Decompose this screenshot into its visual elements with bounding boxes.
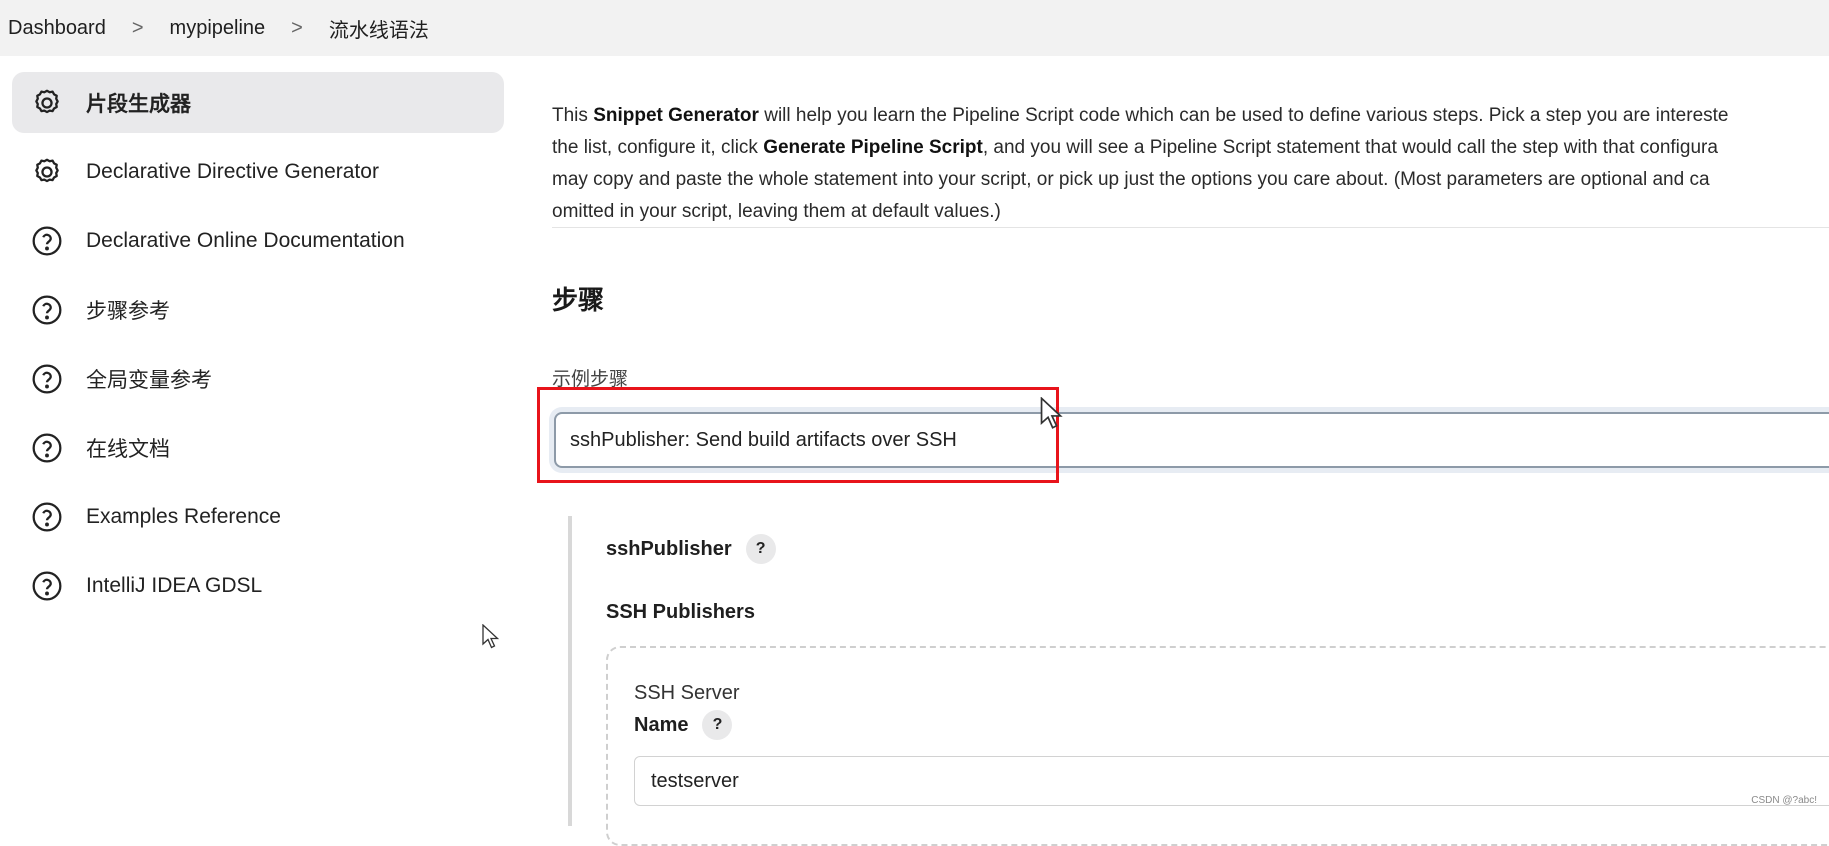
sidebar-item-label: Examples Reference bbox=[86, 504, 281, 528]
sidebar-item-examples-reference[interactable]: Examples Reference bbox=[12, 486, 504, 547]
sidebar-item-label: 全局变量参考 bbox=[86, 368, 212, 392]
section-title-steps: 步骤 bbox=[552, 285, 605, 315]
help-button[interactable]: ? bbox=[745, 534, 776, 564]
help-button[interactable]: ? bbox=[702, 710, 733, 740]
sidebar-item-label: 步骤参考 bbox=[86, 299, 170, 323]
sidebar-item-declarative-online-documentation[interactable]: Declarative Online Documentation bbox=[12, 210, 504, 271]
sample-step-selected-value: sshPublisher: Send build artifacts over … bbox=[570, 428, 957, 451]
breadcrumb-dashboard[interactable]: Dashboard bbox=[8, 17, 106, 40]
sidebar-item-global-variable-reference[interactable]: 全局变量参考 bbox=[12, 348, 504, 409]
help-circle-icon bbox=[30, 362, 64, 396]
help-circle-icon bbox=[30, 431, 64, 465]
step-config-block: sshPublisher ? SSH Publishers SSH Server… bbox=[568, 516, 1829, 846]
mouse-cursor-icon bbox=[1040, 397, 1063, 429]
description-line: the list, configure it, click Generate P… bbox=[552, 137, 1718, 158]
gear-icon bbox=[30, 86, 64, 120]
breadcrumb-mypipeline[interactable]: mypipeline bbox=[170, 17, 266, 40]
divider bbox=[552, 227, 1829, 228]
snippet-generator-description: This Snippet Generator will help you lea… bbox=[552, 100, 1829, 228]
mouse-cursor-icon bbox=[482, 624, 500, 649]
sidebar-item-snippet-generator[interactable]: 片段生成器 bbox=[12, 72, 504, 133]
help-circle-icon bbox=[30, 224, 64, 258]
description-line: may copy and paste the whole statement i… bbox=[552, 169, 1710, 190]
breadcrumb-separator: > bbox=[131, 16, 144, 39]
sidebar-item-declarative-directive-generator[interactable]: Declarative Directive Generator bbox=[12, 141, 504, 202]
ssh-server-label: SSH Server bbox=[634, 682, 740, 704]
gear-icon bbox=[30, 155, 64, 189]
server-name-value: testserver bbox=[651, 769, 739, 792]
sample-step-label: 示例步骤 bbox=[552, 369, 629, 390]
description-line: omitted in your script, leaving them at … bbox=[552, 201, 1001, 222]
ssh-server-section: SSH Server Name ? testserver bbox=[606, 646, 1829, 846]
sidebar-item-label: IntelliJ IDEA GDSL bbox=[86, 573, 263, 597]
top-bar: Dashboard > mypipeline > 流水线语法 bbox=[0, 0, 1829, 56]
sidebar-item-intellij-idea-gdsl[interactable]: IntelliJ IDEA GDSL bbox=[12, 555, 504, 616]
server-name-input[interactable]: testserver bbox=[634, 756, 1829, 806]
watermark: CSDN @?abc! bbox=[1751, 795, 1817, 806]
breadcrumb-separator: > bbox=[291, 16, 303, 39]
sidebar-item-label: Declarative Online Documentation bbox=[86, 228, 405, 252]
help-circle-icon bbox=[30, 569, 64, 603]
sidebar: 片段生成器 Declarative Directive Generator De… bbox=[12, 72, 504, 624]
sample-step-select[interactable]: sshPublisher: Send build artifacts over … bbox=[554, 412, 1829, 468]
description-line: This Snippet Generator will help you lea… bbox=[552, 105, 1729, 126]
sidebar-item-label: Declarative Directive Generator bbox=[86, 159, 379, 183]
step-name: sshPublisher ? bbox=[606, 534, 776, 564]
breadcrumb: Dashboard > mypipeline > 流水线语法 bbox=[8, 14, 429, 43]
sidebar-item-online-docs[interactable]: 在线文档 bbox=[12, 417, 504, 478]
name-field-label: Name ? bbox=[634, 710, 733, 740]
sidebar-item-label: 在线文档 bbox=[86, 437, 170, 461]
ssh-publishers-title: SSH Publishers bbox=[606, 601, 755, 623]
sidebar-item-label: 片段生成器 bbox=[86, 92, 191, 116]
breadcrumb-pipeline-syntax[interactable]: 流水线语法 bbox=[329, 14, 429, 43]
sidebar-item-step-reference[interactable]: 步骤参考 bbox=[12, 279, 504, 340]
help-circle-icon bbox=[30, 293, 64, 327]
help-circle-icon bbox=[30, 500, 64, 534]
